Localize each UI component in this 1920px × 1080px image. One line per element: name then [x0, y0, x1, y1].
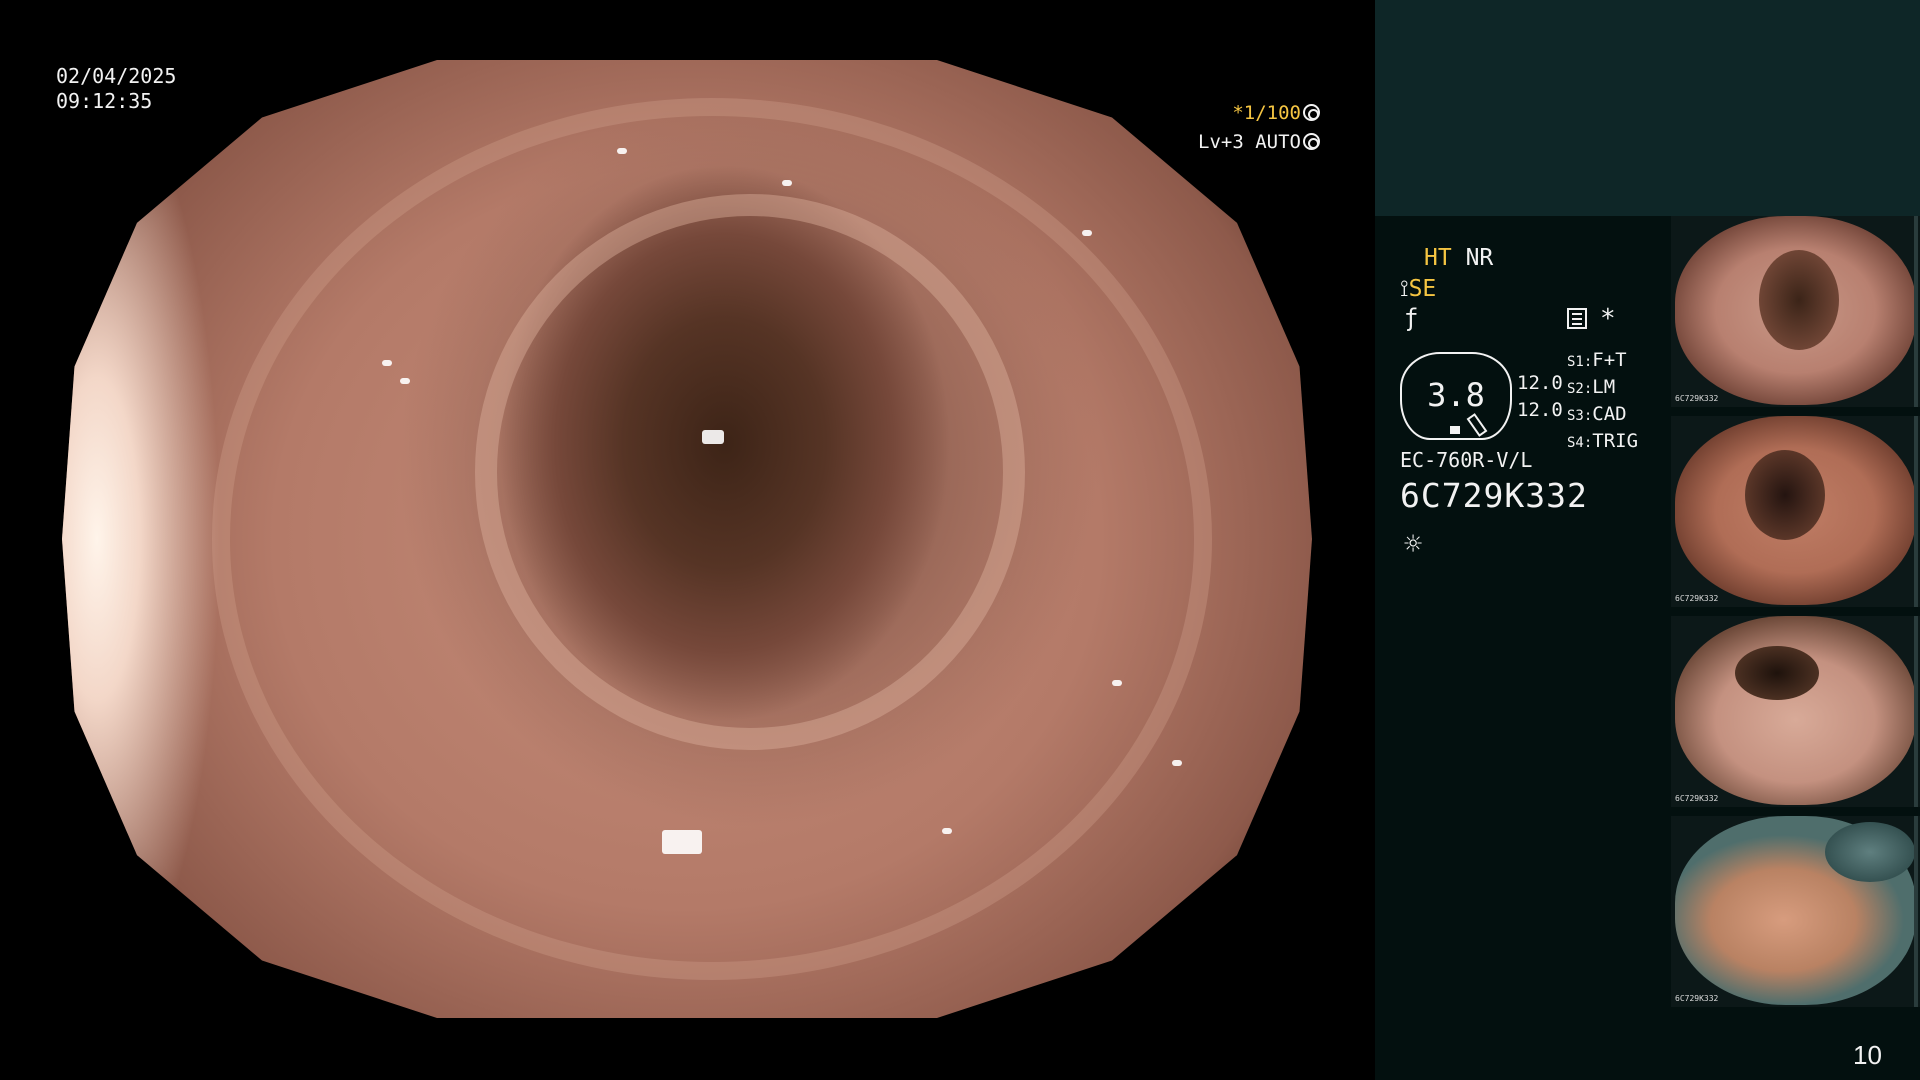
thumbnail-image	[1675, 216, 1916, 405]
specular-highlight	[1112, 680, 1122, 686]
specular-highlight	[1172, 760, 1182, 766]
enhancement-modes: HT NR	[1424, 244, 1493, 272]
capture-thumbnail[interactable]: 6C729K332	[1671, 216, 1920, 407]
light-source-icon: ☼	[1404, 527, 1423, 562]
scissors-icon: ⟟	[1400, 276, 1409, 302]
switch-setting-2: S2:LM	[1567, 376, 1616, 398]
page-number: 10	[1853, 1040, 1882, 1070]
switch-setting-3: S3:CAD	[1567, 403, 1627, 425]
date-text: 02/04/2025	[56, 64, 177, 88]
iris-mode: AUTO	[1255, 131, 1301, 153]
star-indicator: *	[1600, 304, 1616, 334]
endoscope-live-view	[62, 60, 1312, 1018]
scope-model: EC-760R-V/L	[1400, 448, 1533, 472]
shutter-value: *1/100	[1232, 102, 1301, 124]
specular-highlight	[942, 828, 952, 834]
se-indicator: SE	[1408, 276, 1437, 302]
f-mode-icon: ƒ	[1404, 304, 1419, 332]
thumbnail-image	[1675, 416, 1916, 605]
dial-reading-2: 12.0	[1517, 399, 1563, 421]
time-text: 09:12:35	[56, 89, 153, 113]
dial-reading-1: 12.0	[1517, 372, 1563, 394]
specular-highlight	[1082, 230, 1092, 236]
dial-marker	[1450, 426, 1460, 434]
specular-highlight	[382, 360, 392, 366]
info-panel-header	[1375, 0, 1920, 216]
mucosal-fold-inner	[474, 194, 1025, 750]
specular-highlight	[702, 430, 724, 444]
nr-indicator: NR	[1465, 245, 1494, 271]
switch-setting-4: S4:TRIG	[1567, 430, 1639, 452]
specular-highlight	[400, 378, 410, 384]
date-time-display: 02/04/2025 09:12:35	[56, 64, 176, 114]
thumbnail-image	[1675, 816, 1916, 1005]
scope-serial: 6C729K332	[1400, 476, 1588, 515]
specular-highlight	[782, 180, 792, 186]
dial-value: 3.8	[1427, 376, 1485, 414]
menu-icon	[1567, 308, 1587, 329]
specular-highlight	[662, 830, 702, 854]
capture-thumbnail[interactable]: 6C729K332	[1671, 416, 1920, 607]
dial-needle-icon	[1466, 413, 1488, 437]
thumbnail-serial: 6C729K332	[1675, 594, 1719, 603]
capture-thumbnail[interactable]: 6C729K332	[1671, 616, 1920, 807]
dial-readings: 12.0 12.0	[1517, 370, 1563, 424]
level-value: Lv+3	[1198, 131, 1244, 153]
zoom-dial: 3.8	[1400, 352, 1512, 440]
thumbnail-serial: 6C729K332	[1675, 794, 1719, 803]
thumbnail-serial: 6C729K332	[1675, 994, 1719, 1003]
se-mode: ⟟SE	[1400, 275, 1436, 303]
light-glare	[62, 155, 237, 923]
ht-indicator: HT	[1424, 245, 1452, 271]
shutter-icon	[1303, 104, 1320, 121]
specular-highlight	[617, 148, 627, 154]
thumbnail-serial: 6C729K332	[1675, 394, 1719, 403]
thumbnail-image	[1675, 616, 1916, 805]
capture-thumbnail[interactable]: 6C729K332	[1671, 816, 1920, 1007]
exposure-info: *1/100 Lv+3 AUTO	[1150, 99, 1320, 157]
auto-iris-icon	[1303, 133, 1320, 150]
scope-switch-settings: S1:F+T S2:LM S3:CAD S4:TRIG	[1567, 348, 1638, 456]
switch-setting-1: S1:F+T	[1567, 349, 1627, 371]
